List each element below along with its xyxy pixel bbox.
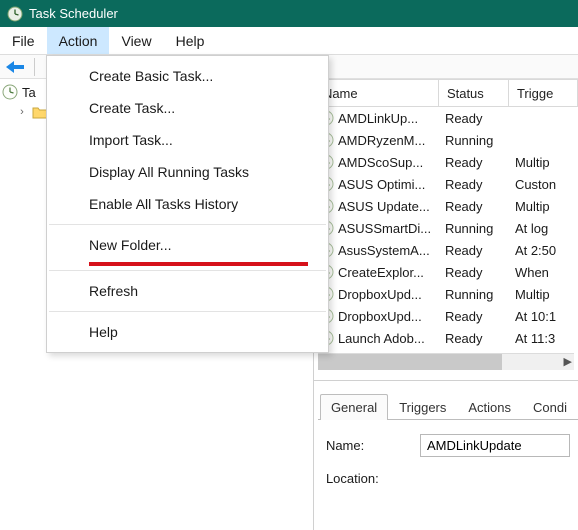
menu-refresh[interactable]: Refresh <box>47 275 328 307</box>
tab-actions[interactable]: Actions <box>457 394 522 420</box>
task-name: DropboxUpd... <box>338 309 422 324</box>
menu-help[interactable]: Help <box>164 27 217 54</box>
task-name: AMDRyzenM... <box>338 133 425 148</box>
task-name: AMDLinkUp... <box>338 111 418 126</box>
task-status: Ready <box>439 331 509 346</box>
task-trigger: When <box>509 265 578 280</box>
task-status: Ready <box>439 243 509 258</box>
task-status: Running <box>439 221 509 236</box>
menu-separator <box>49 270 326 271</box>
detail-tabs: General Triggers Actions Condi <box>318 387 578 420</box>
table-row[interactable]: AMDLinkUp... Ready <box>314 107 578 129</box>
content-pane: Name Status Trigge AMDLinkUp... Ready AMDR… <box>314 79 578 530</box>
task-status: Ready <box>439 309 509 324</box>
menu-import-task[interactable]: Import Task... <box>47 124 328 156</box>
menu-display-running[interactable]: Display All Running Tasks <box>47 156 328 188</box>
detail-body: Name: Location: <box>318 420 578 514</box>
task-name: DropboxUpd... <box>338 287 422 302</box>
table-body: AMDLinkUp... Ready AMDRyzenM... Running AMDS… <box>314 107 578 349</box>
scrollbar-thumb[interactable] <box>318 354 502 370</box>
menu-view[interactable]: View <box>109 27 163 54</box>
task-name: Launch Adob... <box>338 331 425 346</box>
task-trigger: Multip <box>509 199 578 214</box>
tab-triggers[interactable]: Triggers <box>388 394 457 420</box>
menu-new-folder[interactable]: New Folder... <box>47 229 328 261</box>
table-row[interactable]: ASUS Update... ReadyMultip <box>314 195 578 217</box>
col-trigger[interactable]: Trigge <box>509 79 578 107</box>
task-trigger: At 2:50 <box>509 243 578 258</box>
table-row[interactable]: CreateExplor... ReadyWhen <box>314 261 578 283</box>
task-status: Running <box>439 287 509 302</box>
task-status: Ready <box>439 111 509 126</box>
tab-general[interactable]: General <box>320 394 388 420</box>
table-row[interactable]: AsusSystemA... ReadyAt 2:50 <box>314 239 578 261</box>
titlebar: Task Scheduler <box>0 0 578 27</box>
scroll-right-icon[interactable]: ▶ <box>564 355 572 368</box>
menubar: File Action View Help <box>0 27 578 55</box>
task-trigger: At 11:3 <box>509 331 578 346</box>
table-header: Name Status Trigge <box>314 79 578 107</box>
task-status: Running <box>439 133 509 148</box>
task-status: Ready <box>439 177 509 192</box>
menu-help[interactable]: Help <box>47 316 328 348</box>
detail-name-field[interactable] <box>420 434 570 457</box>
task-trigger: At 10:1 <box>509 309 578 324</box>
detail-panel: General Triggers Actions Condi Name: Loc… <box>314 380 578 514</box>
menu-action[interactable]: Action <box>47 27 110 54</box>
detail-name-label: Name: <box>326 438 420 453</box>
back-button[interactable] <box>4 59 28 75</box>
horizontal-scrollbar[interactable]: ▶ <box>318 353 574 370</box>
action-dropdown: Create Basic Task... Create Task... Impo… <box>46 55 329 353</box>
task-table: Name Status Trigge AMDLinkUp... Ready AMDR… <box>314 79 578 349</box>
tree-root-label: Ta <box>22 85 36 100</box>
task-trigger: Custon <box>509 177 578 192</box>
task-status: Ready <box>439 155 509 170</box>
table-row[interactable]: Launch Adob... ReadyAt 11:3 <box>314 327 578 349</box>
menu-separator <box>49 224 326 225</box>
tab-conditions[interactable]: Condi <box>522 394 578 420</box>
tree-expander-icon[interactable]: › <box>16 106 28 118</box>
menu-file[interactable]: File <box>0 27 47 54</box>
task-name: AsusSystemA... <box>338 243 430 258</box>
detail-location-label: Location: <box>326 471 420 486</box>
task-status: Ready <box>439 265 509 280</box>
toolbar-separator <box>34 58 35 76</box>
scheduler-root-icon <box>2 84 18 100</box>
table-row[interactable]: ASUS Optimi... ReadyCuston <box>314 173 578 195</box>
table-row[interactable]: DropboxUpd... RunningMultip <box>314 283 578 305</box>
task-trigger: Multip <box>509 155 578 170</box>
task-name: AMDScoSup... <box>338 155 423 170</box>
table-row[interactable]: DropboxUpd... ReadyAt 10:1 <box>314 305 578 327</box>
app-clock-icon <box>6 5 23 22</box>
menu-separator <box>49 311 326 312</box>
menu-create-basic-task[interactable]: Create Basic Task... <box>47 60 328 92</box>
task-name: CreateExplor... <box>338 265 424 280</box>
annotation-underline <box>89 262 308 266</box>
col-name[interactable]: Name <box>314 79 439 107</box>
col-status[interactable]: Status <box>439 79 509 107</box>
table-row[interactable]: AMDScoSup... ReadyMultip <box>314 151 578 173</box>
task-name: ASUS Update... <box>338 199 430 214</box>
task-status: Ready <box>439 199 509 214</box>
menu-enable-history[interactable]: Enable All Tasks History <box>47 188 328 220</box>
table-row[interactable]: AMDRyzenM... Running <box>314 129 578 151</box>
menu-create-task[interactable]: Create Task... <box>47 92 328 124</box>
task-name: ASUSSmartDi... <box>338 221 431 236</box>
task-name: ASUS Optimi... <box>338 177 425 192</box>
window-title: Task Scheduler <box>29 6 118 21</box>
task-trigger: At log <box>509 221 578 236</box>
table-row[interactable]: ASUSSmartDi... RunningAt log <box>314 217 578 239</box>
task-trigger: Multip <box>509 287 578 302</box>
